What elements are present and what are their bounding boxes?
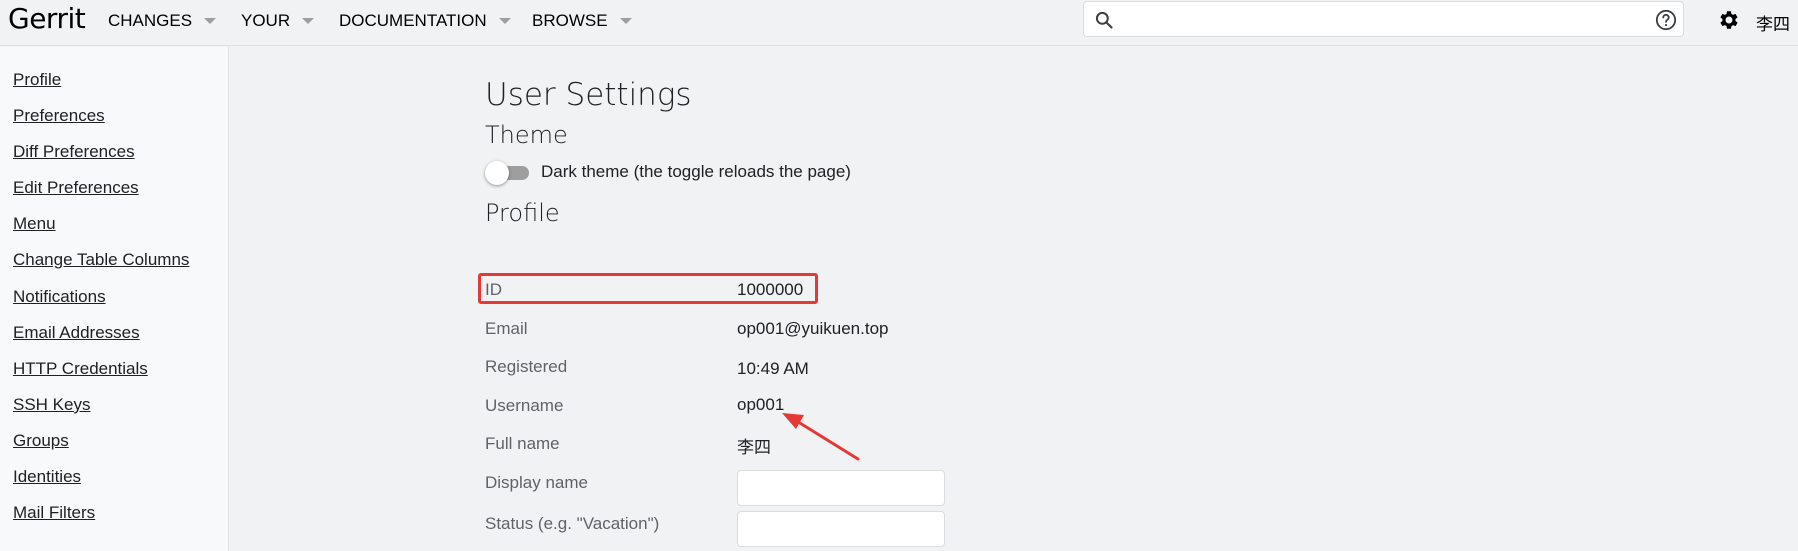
nav-label: CHANGES — [108, 11, 193, 30]
nav-label: YOUR — [241, 11, 291, 30]
gerrit-logo[interactable]: Gerrit — [8, 2, 86, 35]
chevron-down-icon — [619, 18, 632, 24]
id-label: ID — [485, 280, 502, 299]
sidebar-item-groups[interactable]: Groups — [13, 431, 69, 451]
sidebar-item-ssh-keys[interactable]: SSH Keys — [13, 395, 90, 415]
sidebar-item-notifications[interactable]: Notifications — [13, 287, 106, 307]
chevron-down-icon — [498, 18, 511, 24]
search-box — [1083, 1, 1684, 37]
full-name-value: 李四 — [737, 438, 771, 458]
sidebar-item-change-table-columns[interactable]: Change Table Columns — [13, 250, 189, 270]
dark-theme-toggle[interactable] — [485, 161, 531, 185]
arrow-head — [782, 413, 804, 429]
theme-heading: Theme — [485, 121, 568, 149]
registered-value: 10:49 AM — [737, 359, 809, 378]
profile-heading: Profile — [485, 199, 560, 227]
settings-main: User Settings Theme Dark theme (the togg… — [230, 47, 1798, 551]
username-label: Username — [485, 396, 564, 415]
email-label: Email — [485, 319, 528, 338]
nav-browse[interactable]: BROWSE — [532, 11, 632, 31]
sidebar-item-menu[interactable]: Menu — [13, 214, 56, 234]
registered-label: Registered — [485, 357, 568, 376]
sidebar-item-preferences[interactable]: Preferences — [13, 106, 105, 126]
dark-theme-label: Dark theme (the toggle reloads the page) — [541, 162, 851, 181]
full-name-label: Full name — [485, 434, 560, 453]
sidebar-item-identities[interactable]: Identities — [13, 467, 81, 487]
nav-changes[interactable]: CHANGES — [108, 11, 217, 31]
settings-sidebar: Profile Preferences Diff Preferences Edi… — [0, 47, 229, 551]
help-icon[interactable] — [1655, 9, 1677, 31]
status-field[interactable] — [737, 511, 945, 547]
user-name[interactable]: 李四 — [1756, 10, 1790, 35]
search-icon — [1095, 11, 1113, 29]
display-name-field[interactable] — [737, 470, 945, 506]
sidebar-item-diff-preferences[interactable]: Diff Preferences — [13, 142, 135, 162]
toggle-knob — [485, 161, 509, 185]
search-input[interactable] — [1126, 6, 1626, 34]
nav-documentation[interactable]: DOCUMENTATION — [339, 11, 511, 31]
arrow-line — [793, 418, 860, 461]
nav-your[interactable]: YOUR — [241, 11, 315, 31]
email-value: op001@yuikuen.top — [737, 319, 889, 338]
sidebar-item-email-addresses[interactable]: Email Addresses — [13, 323, 140, 343]
chevron-down-icon — [204, 18, 217, 24]
page-title: User Settings — [485, 77, 692, 113]
annotation-arrow — [782, 413, 860, 461]
sidebar-item-edit-preferences[interactable]: Edit Preferences — [13, 178, 139, 198]
username-value: op001 — [737, 395, 785, 414]
gear-icon[interactable] — [1717, 8, 1741, 32]
sidebar-item-profile[interactable]: Profile — [13, 70, 61, 90]
chevron-down-icon — [302, 18, 315, 24]
display-name-label: Display name — [485, 473, 588, 492]
id-value: 1000000 — [737, 280, 804, 299]
top-header: Gerrit CHANGES YOUR DOCUMENTATION BROWSE… — [0, 0, 1798, 46]
status-label: Status (e.g. "Vacation") — [485, 514, 660, 533]
sidebar-item-http-credentials[interactable]: HTTP Credentials — [13, 359, 148, 379]
sidebar-item-mail-filters[interactable]: Mail Filters — [13, 503, 95, 523]
nav-label: BROWSE — [532, 11, 608, 30]
nav-label: DOCUMENTATION — [339, 11, 487, 30]
